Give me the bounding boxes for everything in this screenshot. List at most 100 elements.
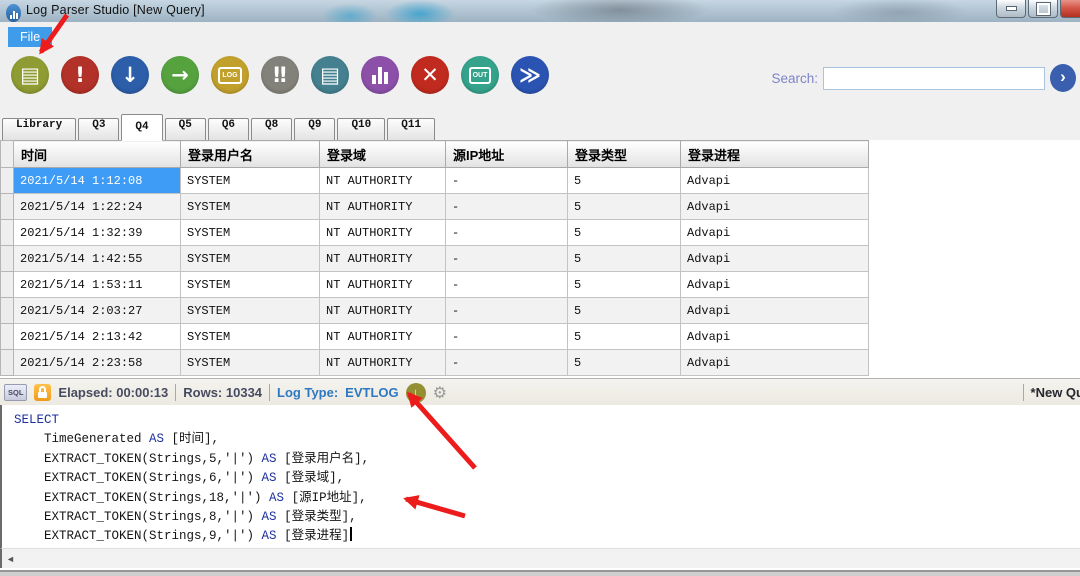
cell[interactable]: NT AUTHORITY xyxy=(320,298,446,324)
open-log-button[interactable]: LOG xyxy=(211,56,249,94)
alerts-button[interactable]: ‼ xyxy=(261,56,299,94)
cell[interactable]: 2021/5/14 1:42:55 xyxy=(14,246,181,272)
cell[interactable]: 2021/5/14 1:53:11 xyxy=(14,272,181,298)
cell[interactable]: SYSTEM xyxy=(181,168,320,194)
cell[interactable]: Advapi xyxy=(681,168,869,194)
tab-q11[interactable]: Q11 xyxy=(387,118,435,140)
query-editor[interactable]: SELECT TimeGenerated AS [时间], EXTRACT_TO… xyxy=(0,405,1080,554)
cell[interactable]: Advapi xyxy=(681,350,869,376)
row-selector[interactable] xyxy=(1,298,14,324)
table-row[interactable]: 2021/5/14 2:03:27SYSTEMNT AUTHORITY-5Adv… xyxy=(1,298,869,324)
run-query-button[interactable]: → xyxy=(161,56,199,94)
row-selector[interactable] xyxy=(1,246,14,272)
cancel-button[interactable]: ✕ xyxy=(411,56,449,94)
cell[interactable]: 5 xyxy=(568,220,681,246)
table-row[interactable]: 2021/5/14 1:53:11SYSTEMNT AUTHORITY-5Adv… xyxy=(1,272,869,298)
cell[interactable]: 2021/5/14 1:22:24 xyxy=(14,194,181,220)
cell[interactable]: SYSTEM xyxy=(181,298,320,324)
tab-q6[interactable]: Q6 xyxy=(208,118,249,140)
cell[interactable]: - xyxy=(446,272,568,298)
cell[interactable]: SYSTEM xyxy=(181,350,320,376)
column-header[interactable]: 时间 xyxy=(14,141,181,168)
cell[interactable]: Advapi xyxy=(681,246,869,272)
cell[interactable]: SYSTEM xyxy=(181,324,320,350)
cell[interactable]: - xyxy=(446,350,568,376)
close-button[interactable] xyxy=(1060,0,1080,18)
log-type-value[interactable]: EVTLOG xyxy=(345,385,398,400)
column-header[interactable]: 登录进程 xyxy=(681,141,869,168)
cell[interactable]: NT AUTHORITY xyxy=(320,324,446,350)
cell[interactable]: - xyxy=(446,168,568,194)
cell[interactable]: - xyxy=(446,194,568,220)
cell[interactable]: 2021/5/14 2:03:27 xyxy=(14,298,181,324)
log-type-dropdown-button[interactable]: ↓ xyxy=(406,383,426,403)
cell[interactable]: 2021/5/14 1:32:39 xyxy=(14,220,181,246)
tab-q5[interactable]: Q5 xyxy=(165,118,206,140)
menu-file[interactable]: File xyxy=(8,27,52,47)
column-header[interactable]: 源IP地址 xyxy=(446,141,568,168)
cell[interactable]: SYSTEM xyxy=(181,220,320,246)
new-query-button[interactable]: ▤ xyxy=(11,56,49,94)
gear-icon[interactable]: ⚙ xyxy=(433,383,447,403)
powershell-button[interactable]: ≫ xyxy=(511,56,549,94)
row-selector[interactable] xyxy=(1,350,14,376)
cell[interactable]: 5 xyxy=(568,298,681,324)
row-selector[interactable] xyxy=(1,220,14,246)
cell[interactable]: SYSTEM xyxy=(181,194,320,220)
cell[interactable]: SYSTEM xyxy=(181,272,320,298)
table-row[interactable]: 2021/5/14 2:13:42SYSTEMNT AUTHORITY-5Adv… xyxy=(1,324,869,350)
cell[interactable]: NT AUTHORITY xyxy=(320,168,446,194)
cell[interactable]: 5 xyxy=(568,246,681,272)
table-row[interactable]: 2021/5/14 1:12:08SYSTEMNT AUTHORITY-5Adv… xyxy=(1,168,869,194)
tab-q10[interactable]: Q10 xyxy=(337,118,385,140)
cell[interactable]: 5 xyxy=(568,168,681,194)
lock-icon[interactable] xyxy=(34,384,51,401)
cell[interactable]: Advapi xyxy=(681,272,869,298)
cell[interactable]: NT AUTHORITY xyxy=(320,350,446,376)
cell[interactable]: 2021/5/14 2:13:42 xyxy=(14,324,181,350)
cell[interactable]: - xyxy=(446,246,568,272)
table-row[interactable]: 2021/5/14 1:22:24SYSTEMNT AUTHORITY-5Adv… xyxy=(1,194,869,220)
cell[interactable]: NT AUTHORITY xyxy=(320,272,446,298)
cell[interactable]: NT AUTHORITY xyxy=(320,220,446,246)
tab-q4[interactable]: Q4 xyxy=(121,114,162,141)
column-header[interactable]: 登录域 xyxy=(320,141,446,168)
column-header[interactable]: 登录用户名 xyxy=(181,141,320,168)
tab-library[interactable]: Library xyxy=(2,118,76,140)
cell[interactable]: - xyxy=(446,298,568,324)
output-folder-button[interactable]: OUT xyxy=(461,56,499,94)
search-go-button[interactable]: › xyxy=(1050,64,1076,92)
cell[interactable]: Advapi xyxy=(681,220,869,246)
download-button[interactable]: ↓ xyxy=(111,56,149,94)
cell[interactable]: 5 xyxy=(568,194,681,220)
minimize-button[interactable] xyxy=(996,0,1026,18)
horizontal-scrollbar[interactable]: ◄ xyxy=(0,548,1080,569)
cell[interactable]: NT AUTHORITY xyxy=(320,194,446,220)
row-selector[interactable] xyxy=(1,324,14,350)
row-selector[interactable] xyxy=(1,194,14,220)
tab-q3[interactable]: Q3 xyxy=(78,118,119,140)
tab-q8[interactable]: Q8 xyxy=(251,118,292,140)
column-header[interactable]: 登录类型 xyxy=(568,141,681,168)
cell[interactable]: 2021/5/14 2:23:58 xyxy=(14,350,181,376)
cell[interactable]: Advapi xyxy=(681,194,869,220)
chart-button[interactable] xyxy=(361,56,399,94)
table-row[interactable]: 2021/5/14 1:42:55SYSTEMNT AUTHORITY-5Adv… xyxy=(1,246,869,272)
cell[interactable]: 5 xyxy=(568,324,681,350)
table-row[interactable]: 2021/5/14 1:32:39SYSTEMNT AUTHORITY-5Adv… xyxy=(1,220,869,246)
query-doc-button[interactable]: ▤ xyxy=(311,56,349,94)
cell[interactable]: NT AUTHORITY xyxy=(320,246,446,272)
row-selector[interactable] xyxy=(1,272,14,298)
row-selector[interactable] xyxy=(1,168,14,194)
cell[interactable]: - xyxy=(446,220,568,246)
cell[interactable]: 5 xyxy=(568,272,681,298)
scroll-left-icon[interactable]: ◄ xyxy=(6,554,15,564)
cell[interactable]: - xyxy=(446,324,568,350)
table-row[interactable]: 2021/5/14 2:23:58SYSTEMNT AUTHORITY-5Adv… xyxy=(1,350,869,376)
tab-q9[interactable]: Q9 xyxy=(294,118,335,140)
cell[interactable]: 2021/5/14 1:12:08 xyxy=(14,168,181,194)
stop-button[interactable]: ! xyxy=(61,56,99,94)
search-input[interactable] xyxy=(823,67,1045,90)
cell[interactable]: Advapi xyxy=(681,298,869,324)
cell[interactable]: SYSTEM xyxy=(181,246,320,272)
